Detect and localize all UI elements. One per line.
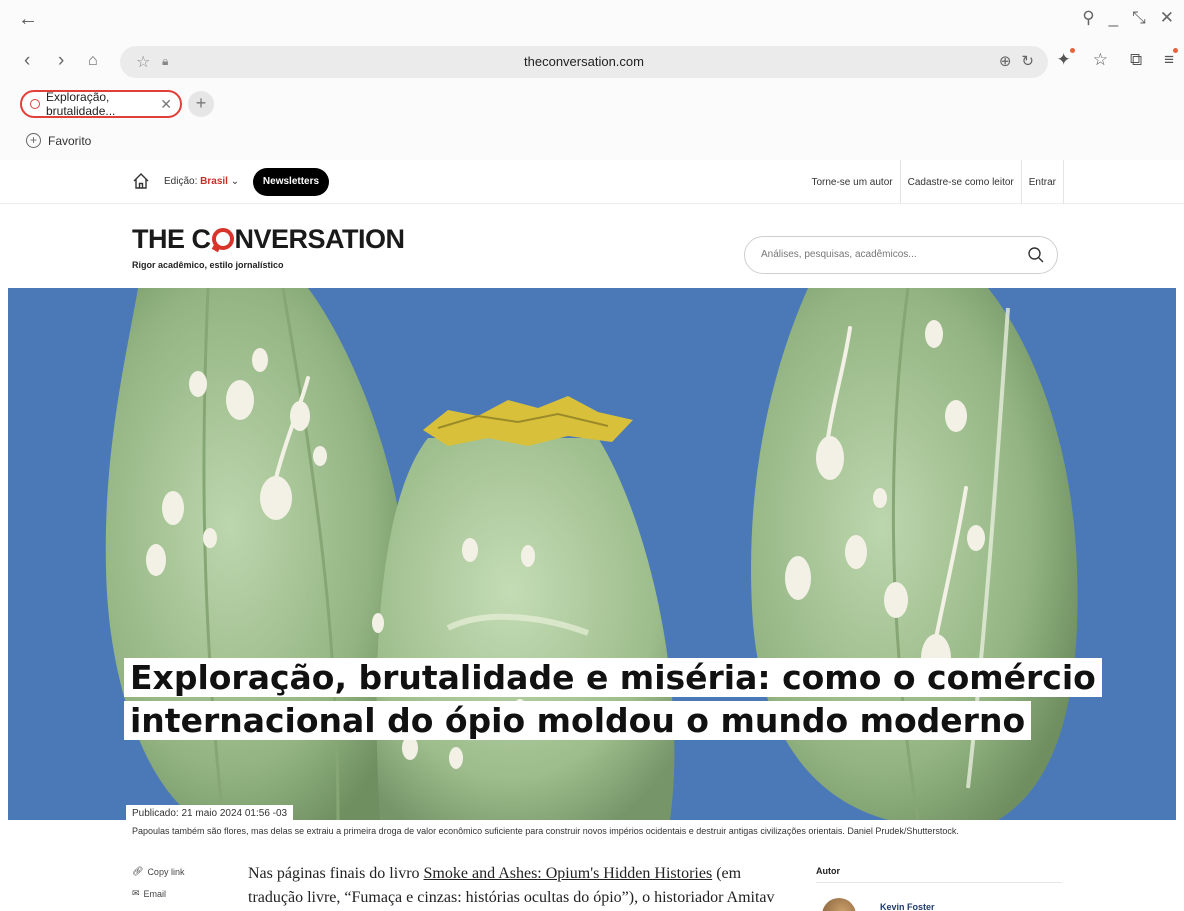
chevron-down-icon: ⌄ <box>230 176 240 187</box>
home-browser-icon[interactable]: ⌂ <box>88 52 98 70</box>
reload-icon[interactable]: ↻ <box>1021 52 1034 70</box>
tab-close-icon[interactable]: ✕ <box>160 96 172 113</box>
navigation-bar: ‹ › ⌂ ☆ 🔒︎ theconversation.com ⊕ ↻ ✦ ☆ ⧉… <box>0 42 1184 80</box>
brand-header: THE C NVERSATION Rigor acadêmico, estilo … <box>0 204 1184 288</box>
new-tab-button[interactable]: + <box>188 91 214 117</box>
tab-favicon-icon <box>30 99 40 109</box>
link-icon: 🔗︎ <box>132 866 144 876</box>
bookmarks-bar: + Favorito <box>0 130 1184 156</box>
author-name-link[interactable]: Kevin Foster <box>880 902 935 911</box>
book-link[interactable]: Smoke and Ashes: Opium's Hidden Historie… <box>424 865 713 882</box>
site-logo[interactable]: THE C NVERSATION <box>132 224 405 255</box>
article-headline: Exploração, brutalidade e miséria: como … <box>124 656 1184 742</box>
author-heading: Autor <box>816 866 840 876</box>
edition-selector[interactable]: Edição: Brasil ⌄ <box>164 176 239 187</box>
site-tagline: Rigor acadêmico, estilo jornalístico <box>132 260 284 270</box>
newsletters-button[interactable]: Newsletters <box>253 168 329 196</box>
toolbar-icons: ✦ ☆ ⧉ ≡ <box>1056 48 1178 70</box>
restore-icon[interactable]: ⤡ <box>1132 8 1146 28</box>
article-body: Nas páginas finais do livro Smoke and As… <box>248 865 775 906</box>
published-date: Publicado: 21 maio 2024 01:56 -03 <box>126 805 294 822</box>
link-sign-in[interactable]: Entrar <box>1020 160 1064 204</box>
window-controls: ⚲ _ ⤡ ✕ <box>1082 8 1174 28</box>
search-icon[interactable] <box>1027 246 1045 264</box>
back-arrow-icon[interactable]: ← <box>18 8 38 31</box>
window-titlebar: ← ⚲ _ ⤡ ✕ <box>0 0 1184 40</box>
url-text[interactable]: theconversation.com <box>120 54 1048 69</box>
copy-link-button[interactable]: 🔗︎ Copy link <box>132 866 184 877</box>
search-input[interactable]: Análises, pesquisas, acadêmicos... <box>744 236 1058 274</box>
pin-icon[interactable]: ⚲ <box>1082 8 1094 28</box>
bookmark-favorites[interactable]: Favorito <box>48 134 91 148</box>
tab-active[interactable]: Exploração, brutalidade... ✕ <box>20 90 182 118</box>
author-divider <box>816 882 1062 883</box>
favorites-icon[interactable]: ☆ <box>1093 50 1108 70</box>
link-become-author[interactable]: Torne-se um autor <box>804 160 899 204</box>
add-bookmark-icon[interactable]: + <box>26 133 41 148</box>
download-icon[interactable]: ⊕ <box>999 52 1012 70</box>
close-window-icon[interactable]: ✕ <box>1160 8 1174 28</box>
minimize-icon[interactable]: _ <box>1109 8 1118 28</box>
author-avatar[interactable] <box>822 898 856 911</box>
address-bar[interactable]: ☆ 🔒︎ theconversation.com ⊕ ↻ <box>120 46 1048 78</box>
envelope-icon: ✉ <box>132 888 140 898</box>
share-tools: 🔗︎ Copy link ✉ Email <box>132 866 184 910</box>
search-placeholder: Análises, pesquisas, acadêmicos... <box>761 249 917 260</box>
email-share-button[interactable]: ✉ Email <box>132 888 184 899</box>
account-links: Torne-se um autor Cadastre-se como leito… <box>804 160 1064 204</box>
back-icon[interactable]: ‹ <box>24 50 30 72</box>
logo-speech-bubble-icon <box>211 228 234 250</box>
tabs-icon[interactable]: ⧉ <box>1130 50 1142 70</box>
home-icon[interactable] <box>132 172 150 190</box>
edition-value: Brasil <box>200 176 228 187</box>
browser-chrome: ← ⚲ _ ⤡ ✕ ‹ › ⌂ ☆ 🔒︎ theconversation.com… <box>0 0 1184 160</box>
ai-assistant-icon[interactable]: ✦ <box>1056 48 1075 70</box>
site-top-bar: Edição: Brasil ⌄ Newsletters Torne-se um… <box>0 160 1184 204</box>
tab-strip: Exploração, brutalidade... ✕ + <box>0 88 1184 124</box>
forward-icon[interactable]: › <box>58 50 64 72</box>
link-register-reader[interactable]: Cadastre-se como leitor <box>899 160 1021 204</box>
image-caption: Papoulas também são flores, mas delas se… <box>132 826 959 836</box>
menu-icon[interactable]: ≡ <box>1164 48 1178 70</box>
